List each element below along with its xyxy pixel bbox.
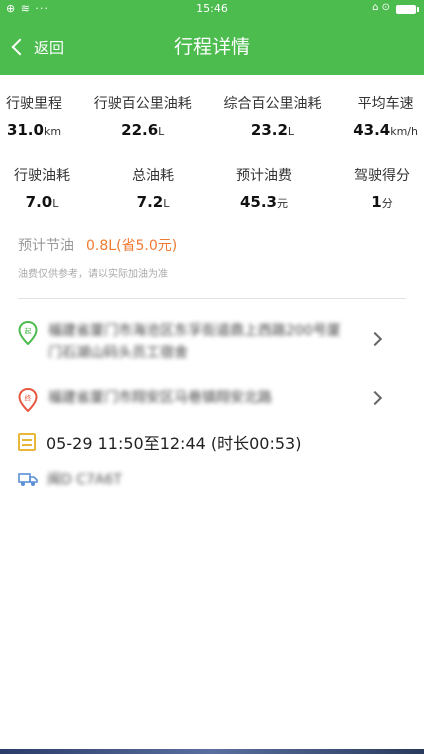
start-address-text: 福建省厦门市海沧区东孚街道鼎上西路200号厦门石湖山码头员工宿舍 — [48, 323, 341, 361]
fuel-saving-value: 0.8L(省5.0元) — [86, 238, 178, 254]
stat-driving-fuel: 行驶油耗 7.0L — [14, 165, 70, 211]
svg-text:终: 终 — [25, 394, 32, 403]
trip-stats: 行驶里程 31.0km 行驶百公里油耗 22.6L 综合百公里油耗 23.2L … — [0, 93, 424, 211]
stat-label: 行驶百公里油耗 — [93, 96, 192, 112]
truck-icon — [18, 473, 38, 486]
trip-time-row: 05-29 11:50至12:44 (时长00:53) — [18, 430, 301, 454]
stat-value: 31.0 — [6, 121, 44, 139]
bottom-edge — [0, 749, 424, 754]
divider — [18, 298, 406, 299]
stat-unit: 分 — [381, 197, 393, 210]
stat-driving-score: 驾驶得分 1分 — [354, 165, 410, 211]
stat-label: 综合百公里油耗 — [223, 96, 322, 112]
stat-unit: L — [163, 197, 170, 210]
stat-driving-consumption: 行驶百公里油耗 22.6L — [94, 93, 192, 139]
vehicle-plate-text: 闽D C7A6T — [47, 472, 122, 488]
stats-row-1: 行驶里程 31.0km 行驶百公里油耗 22.6L 综合百公里油耗 23.2L … — [0, 93, 424, 139]
stat-unit: L — [52, 197, 59, 210]
stat-value: 22.6 — [121, 121, 159, 139]
fuel-saving: 预计节油 0.8L(省5.0元) — [18, 235, 177, 255]
stat-unit: km — [43, 125, 62, 138]
stat-value: 1 — [371, 193, 382, 211]
page-title: 行程详情 — [173, 36, 250, 58]
stat-value: 45.3 — [239, 193, 277, 211]
trip-time-text: 05-29 11:50至12:44 (时长00:53) — [46, 434, 302, 453]
stat-label: 预计油费 — [236, 168, 292, 184]
stat-average-speed: 平均车速 43.4km/h — [353, 93, 418, 139]
header-bar: ⊕ ≋ ··· 15:46 ⌂ ⊙ 返回 行程详情 — [0, 0, 424, 75]
svg-text:起: 起 — [25, 328, 32, 336]
stat-unit: L — [287, 125, 295, 138]
stat-unit: 元 — [277, 197, 288, 210]
stat-value: 43.4 — [353, 121, 391, 139]
end-address-text: 福建省厦门市翔安区马巷镇翔安北路 — [48, 390, 272, 406]
calendar-icon — [18, 433, 36, 451]
stat-label: 驾驶得分 — [354, 168, 410, 184]
stat-unit: L — [158, 125, 165, 138]
status-icons-right: ⌂ ⊙ — [372, 2, 390, 13]
end-address-row[interactable]: 终 福建省厦门市翔安区马巷镇翔安北路 — [18, 387, 408, 412]
stat-value: 7.0 — [25, 193, 53, 211]
stat-label: 平均车速 — [357, 96, 414, 112]
disclaimer-note: 油费仅供参考，请以实际加油为准 — [18, 269, 168, 280]
stat-fuel-cost: 预计油费 45.3元 — [236, 165, 292, 211]
stat-label: 总油耗 — [132, 168, 174, 184]
start-pin-icon: 起 — [18, 321, 38, 345]
end-pin-icon: 终 — [18, 388, 38, 412]
status-bar: ⊕ ≋ ··· 15:46 ⌂ ⊙ — [0, 0, 424, 18]
start-address-row[interactable]: 起 福建省厦门市海沧区东孚街道鼎上西路200号厦门石湖山码头员工宿舍 — [18, 320, 408, 364]
stat-total-fuel: 总油耗 7.2L — [132, 165, 174, 211]
chevron-right-icon — [367, 331, 383, 347]
chevron-right-icon — [367, 390, 383, 406]
status-time: 15:46 — [196, 2, 228, 15]
vehicle-plate-row: 闽D C7A6T — [18, 469, 122, 489]
stats-row-2: 行驶油耗 7.0L 总油耗 7.2L 预计油费 45.3元 驾驶得分 1分 — [0, 165, 424, 211]
battery-icon — [396, 5, 419, 14]
stat-combined-consumption: 综合百公里油耗 23.2L — [223, 93, 321, 139]
stat-label: 行驶油耗 — [14, 168, 70, 184]
stat-value: 23.2 — [250, 121, 288, 139]
stat-distance: 行驶里程 31.0km — [6, 93, 62, 139]
stat-value: 7.2 — [136, 193, 164, 211]
stat-label: 行驶里程 — [6, 96, 62, 112]
stat-unit: km/h — [390, 125, 418, 138]
fuel-saving-label: 预计节油 — [18, 238, 74, 254]
